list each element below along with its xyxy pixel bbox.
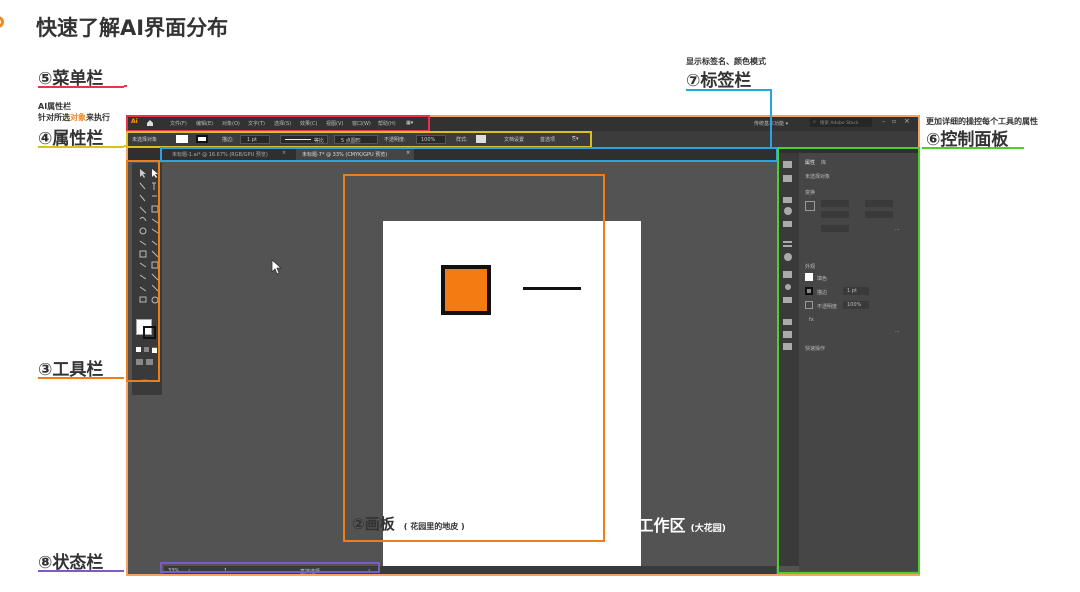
- props-connector: [124, 145, 127, 147]
- control-panel-highlight-box: [777, 147, 920, 574]
- artboard-highlight-box: [343, 174, 605, 542]
- tabs-connector: [770, 89, 772, 149]
- props-note-2-highlight: 对象: [70, 113, 86, 122]
- props-note-2-pre: 针对所选: [38, 113, 70, 122]
- property-bar-highlight-box: [126, 131, 592, 148]
- props-annotation-underline: [38, 146, 124, 148]
- tab-bar-highlight-box: [160, 147, 778, 162]
- tools-annotation-underline: [38, 377, 124, 379]
- tabs-annotation: ⑦标签栏: [686, 71, 752, 91]
- artboard-label: ②画板 ( 花园里的地皮 ): [352, 513, 465, 534]
- title-bullet: [0, 16, 4, 28]
- status-annotation-underline: [38, 570, 124, 572]
- menu-connector: [124, 85, 127, 87]
- artboard-label-sub: ( 花园里的地皮 ): [403, 522, 465, 531]
- menu-annotation-underline: [38, 86, 124, 88]
- status-bar-highlight-box: [160, 562, 380, 573]
- workspace-label-main: ①工作区: [624, 516, 686, 535]
- menu-bar-highlight-box: [126, 115, 430, 132]
- tool-bar-highlight-box: [126, 160, 160, 382]
- props-note-1: AI属性栏: [38, 102, 72, 111]
- page-title: 快速了解AI界面分布: [36, 16, 229, 40]
- workspace-label-sub: (大花园): [690, 524, 726, 534]
- control-annotation-underline: [922, 147, 1024, 149]
- props-note-2-post: 来执行: [86, 113, 110, 122]
- tabs-annotation-underline: [686, 89, 772, 91]
- props-note-2: 针对所选对象来执行: [38, 112, 110, 123]
- workspace-label: ①工作区 (大花园): [624, 512, 726, 536]
- artboard-label-main: ②画板: [352, 515, 395, 533]
